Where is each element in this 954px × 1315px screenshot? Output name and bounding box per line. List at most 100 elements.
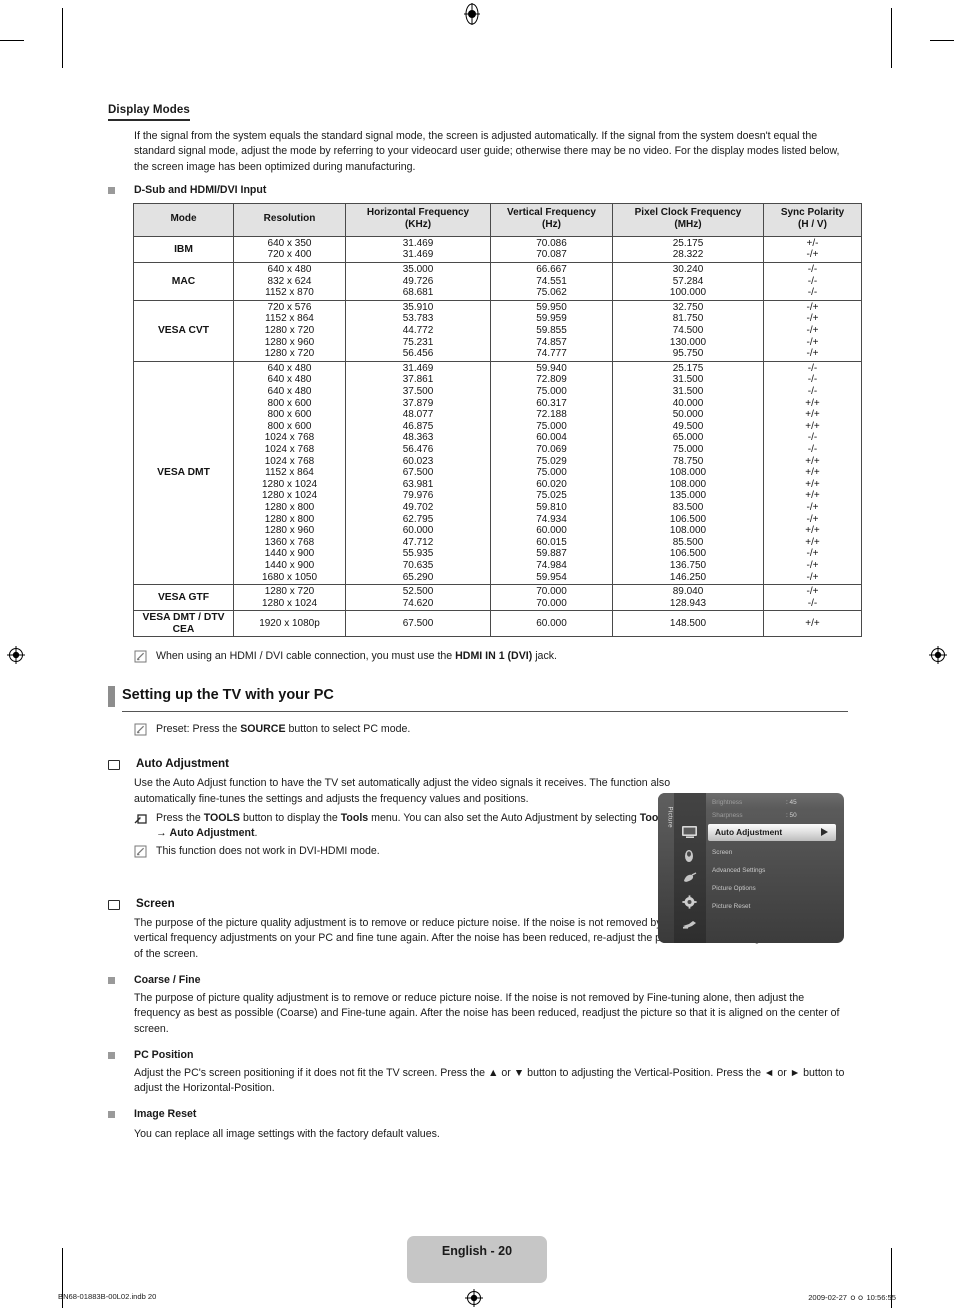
table-cell-sync-polarity: +/- -/+	[763, 235, 862, 264]
square-bullet-icon	[108, 1111, 115, 1119]
page-number-label: English - 20	[441, 1244, 513, 1258]
coarse-fine-heading-row: Coarse / Fine	[108, 973, 848, 987]
tools-note-b4: Auto Adjustment	[169, 827, 255, 840]
tools-note-p4: →	[156, 827, 170, 840]
footer-file-name: BN68-01883B-00L02.indb 20	[58, 1292, 157, 1301]
table-cell-mode: VESA GTF	[133, 584, 234, 612]
table-cell-mode: VESA DMT / DTV CEA	[133, 610, 234, 638]
table-cell-pixel-clock: 25.175 28.322	[612, 235, 764, 264]
manual-page: Display Modes If the signal from the sys…	[0, 0, 954, 1315]
preset-note-text: Preset: Press the SOURCE button to selec…	[156, 722, 410, 737]
tv-osd-icon-column	[674, 793, 706, 943]
table-row: VESA GTF 1280 x 720 1280 x 1024 52.500 74.62…	[133, 584, 862, 612]
coarse-fine-title: Coarse / Fine	[134, 973, 201, 986]
col-header-mode: Mode	[133, 202, 234, 237]
tv-osd-item-label: Advanced Settings	[712, 867, 766, 874]
table-cell-horizontal-frequency: 52.500 74.620	[345, 584, 491, 612]
chevron-right-icon	[821, 828, 828, 836]
crop-mark-left-top	[62, 8, 63, 68]
tools-note-p5: .	[254, 827, 258, 840]
table-cell-resolution: 1920 x 1080p	[233, 610, 346, 638]
table-cell-vertical-frequency: 70.086 70.087	[490, 235, 613, 264]
image-reset-heading-row: Image Reset	[108, 1107, 848, 1121]
tools-note-p2: button to display the	[240, 812, 341, 825]
coarse-fine-body: The purpose of picture quality adjustmen…	[134, 991, 840, 1035]
tv-osd-item-picture-reset[interactable]: Picture Reset	[712, 903, 750, 910]
sound-icon[interactable]	[681, 849, 699, 863]
table-cell-pixel-clock: 30.240 57.284 100.000	[612, 262, 764, 301]
channel-icon[interactable]	[681, 872, 699, 886]
tv-osd-item-label: Brightness	[712, 799, 743, 806]
crop-mark-right-top	[891, 8, 892, 68]
tools-note-p1: Press the	[156, 812, 204, 825]
tv-osd-item-label: Sharpness	[712, 812, 743, 819]
tv-osd-item-auto-adjustment[interactable]: Auto Adjustment	[708, 824, 836, 841]
table-row: MAC 640 x 480 832 x 624 1152 x 870 35.000 49.…	[133, 262, 862, 301]
screen-title: Screen	[136, 897, 175, 911]
crop-mark-right-edge	[930, 40, 954, 41]
page-content: Display Modes If the signal from the sys…	[108, 100, 862, 1143]
pc-position-heading-row: PC Position	[108, 1048, 848, 1062]
table-cell-vertical-frequency: 70.000 70.000	[490, 584, 613, 612]
auto-adjustment-body: Use the Auto Adjust function to have the…	[134, 777, 671, 805]
tv-osd-item-sharpness[interactable]: Sharpness : 50	[712, 812, 797, 819]
hdmi-note-text: When using an HDMI / DVI cable connectio…	[156, 649, 557, 664]
table-cell-resolution: 640 x 480 640 x 480 640 x 480 800 x 600 800 …	[233, 360, 346, 586]
image-reset-title: Image Reset	[134, 1108, 197, 1121]
table-cell-vertical-frequency: 59.950 59.959 59.855 74.857 74.777	[490, 299, 613, 362]
hdmi-note-bold: HDMI IN 1 (DVI)	[455, 650, 533, 663]
table-cell-sync-polarity: -/- -/- -/-	[763, 262, 862, 301]
tv-osd-item-brightness[interactable]: Brightness : 45	[712, 799, 797, 806]
table-header-row: Mode Resolution Horizontal Frequency (KH…	[133, 202, 862, 237]
col-header-resolution: Resolution	[233, 202, 346, 237]
table-cell-resolution: 720 x 576 1152 x 864 1280 x 720 1280 x 960 1…	[233, 299, 346, 362]
table-cell-sync-polarity: +/+	[763, 610, 862, 638]
table-caption: D-Sub and HDMI/DVI Input	[134, 183, 267, 196]
tv-osd-panel: Brightness : 45 Sharpness : 50 Auto Adju…	[706, 793, 844, 943]
table-cell-horizontal-frequency: 67.500	[345, 610, 491, 638]
hdmi-note-row: When using an HDMI / DVI cable connectio…	[134, 649, 848, 664]
col-header-horizontal-frequency: Horizontal Frequency (KHz)	[345, 202, 491, 237]
tv-osd-item-advanced-settings[interactable]: Advanced Settings	[712, 867, 765, 874]
tv-osd-item-label: Picture Reset	[712, 903, 751, 910]
table-cell-pixel-clock: 25.175 31.500 31.500 40.000 50.000 49.500 65.0…	[612, 360, 764, 586]
auto-adjustment-title: Auto Adjustment	[136, 757, 229, 771]
tv-osd-sidebar-label: Picture	[666, 806, 674, 828]
tv-osd-item-label: Picture Options	[712, 885, 756, 892]
tools-note-text: Press the TOOLS button to display the To…	[156, 811, 676, 841]
dvi-note-text: This function does not work in DVI-HDMI …	[156, 845, 380, 858]
tools-menu-icon	[134, 812, 148, 825]
pc-position-body: Adjust the PC's screen positioning if it…	[134, 1066, 845, 1095]
support-icon[interactable]	[681, 941, 699, 943]
tv-osd-item-value: : 50	[786, 812, 797, 819]
table-cell-horizontal-frequency: 35.910 53.783 44.772 75.231 56.456	[345, 299, 491, 362]
crop-mark-left-edge	[0, 40, 24, 41]
table-cell-sync-polarity: -/+ -/-	[763, 584, 862, 612]
table-cell-vertical-frequency: 66.667 74.551 75.062	[490, 262, 613, 301]
hdmi-note-post: jack.	[532, 650, 557, 663]
tv-osd-item-label: Screen	[712, 849, 733, 856]
setup-icon[interactable]	[681, 895, 699, 909]
tools-note-b2: Tools	[340, 812, 369, 825]
table-caption-row: D-Sub and HDMI/DVI Input	[108, 183, 848, 197]
tv-osd-menu-screenshot: Picture Brightness: 45 Sharpness: 50 A…	[658, 793, 844, 943]
picture-icon[interactable]	[681, 825, 699, 839]
table-cell-horizontal-frequency: 35.000 49.726 68.681	[345, 262, 491, 301]
preset-note-post: button to select PC mode.	[285, 723, 411, 736]
table-cell-resolution: 640 x 350 720 x 400	[233, 235, 346, 264]
display-modes-heading-wrap: Display Modes	[108, 100, 848, 121]
preset-note-pre: Preset: Press the	[156, 723, 241, 736]
tv-osd-item-picture-options[interactable]: Picture Options	[712, 885, 756, 892]
table-cell-pixel-clock: 32.750 81.750 74.500 130.000 95.750	[612, 299, 764, 362]
table-cell-pixel-clock: 89.040 128.943	[612, 584, 764, 612]
table-cell-mode: VESA CVT	[133, 299, 234, 362]
registration-mark-bottom	[464, 1288, 484, 1308]
registration-mark-left	[6, 645, 26, 665]
square-bullet-icon	[108, 186, 115, 194]
band-divider	[122, 711, 848, 713]
input-icon[interactable]	[681, 918, 699, 932]
table-cell-mode: MAC	[133, 262, 234, 301]
hdmi-note-pre: When using an HDMI / DVI cable connectio…	[156, 650, 456, 663]
tv-osd-item-screen[interactable]: Screen	[712, 849, 732, 856]
note-pencil-icon	[134, 845, 148, 858]
